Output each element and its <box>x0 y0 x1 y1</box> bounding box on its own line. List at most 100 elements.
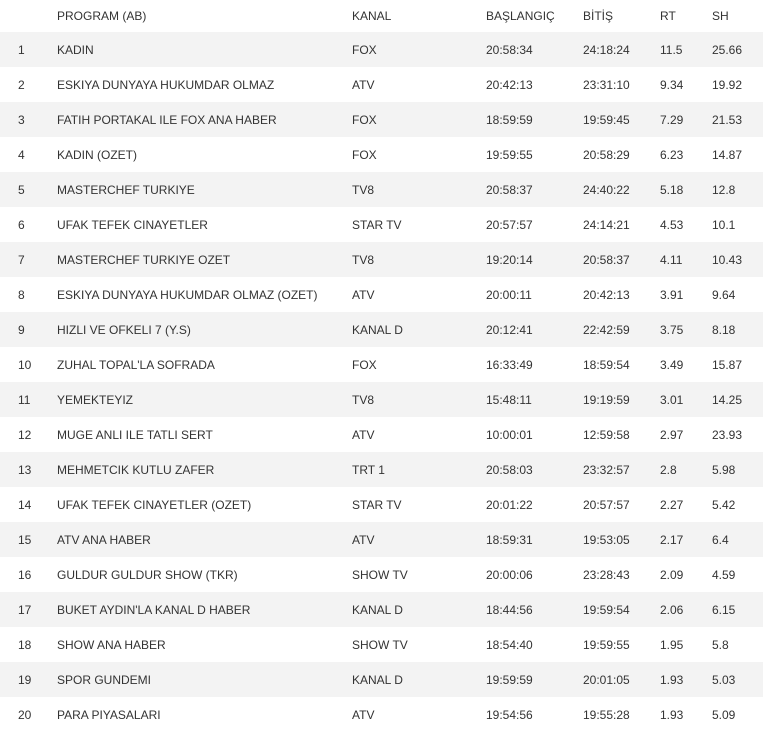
cell-program: MASTERCHEF TURKIYE OZET <box>57 242 352 277</box>
cell-channel: FOX <box>352 102 486 137</box>
cell-rank: 13 <box>0 452 57 487</box>
cell-start: 20:00:06 <box>486 557 583 592</box>
cell-rt: 4.11 <box>660 242 712 277</box>
cell-channel: SHOW TV <box>352 557 486 592</box>
cell-rank: 6 <box>0 207 57 242</box>
cell-rank: 4 <box>0 137 57 172</box>
cell-end: 19:59:54 <box>583 592 660 627</box>
cell-start: 19:54:56 <box>486 697 583 732</box>
cell-start: 16:33:49 <box>486 347 583 382</box>
table-row: 4 KADIN (OZET) FOX 19:59:55 20:58:29 6.23 14.8… <box>0 137 763 172</box>
cell-program: KADIN <box>57 32 352 67</box>
table-row: 12 MUGE ANLI ILE TATLI SERT ATV 10:00:01 12:… <box>0 417 763 452</box>
cell-start: 19:59:55 <box>486 137 583 172</box>
cell-sh: 12.8 <box>712 172 763 207</box>
cell-start: 15:48:11 <box>486 382 583 417</box>
cell-rank: 8 <box>0 277 57 312</box>
table-row: 7 MASTERCHEF TURKIYE OZET TV8 19:20:14 20:58… <box>0 242 763 277</box>
cell-channel: ATV <box>352 417 486 452</box>
cell-start: 20:58:37 <box>486 172 583 207</box>
cell-sh: 10.43 <box>712 242 763 277</box>
ratings-table: PROGRAM (AB) KANAL BAŞLANGIÇ BİTİŞ RT SH… <box>0 0 763 732</box>
cell-end: 19:53:05 <box>583 522 660 557</box>
cell-start: 18:59:31 <box>486 522 583 557</box>
header-program: PROGRAM (AB) <box>57 9 147 23</box>
table-row: 11 YEMEKTEYIZ TV8 15:48:11 19:19:59 3.01 14.25 <box>0 382 763 417</box>
cell-rt: 2.97 <box>660 417 712 452</box>
cell-program: BUKET AYDIN'LA KANAL D HABER <box>57 592 352 627</box>
cell-end: 23:32:57 <box>583 452 660 487</box>
cell-channel: TV8 <box>352 172 486 207</box>
cell-start: 19:59:59 <box>486 662 583 697</box>
table-row: 1 KADIN FOX 20:58:34 24:18:24 11.5 25.66 <box>0 32 763 67</box>
cell-rank: 17 <box>0 592 57 627</box>
cell-channel: KANAL D <box>352 592 486 627</box>
cell-rank: 3 <box>0 102 57 137</box>
cell-program: ATV ANA HABER <box>57 522 352 557</box>
cell-program: ESKIYA DUNYAYA HUKUMDAR OLMAZ (OZET) <box>57 277 352 312</box>
cell-sh: 6.15 <box>712 592 763 627</box>
cell-end: 20:57:57 <box>583 487 660 522</box>
cell-end: 23:28:43 <box>583 557 660 592</box>
cell-start: 20:12:41 <box>486 312 583 347</box>
table-row: 3 FATIH PORTAKAL ILE FOX ANA HABER FOX 18:5… <box>0 102 763 137</box>
cell-rt: 2.27 <box>660 487 712 522</box>
cell-end: 19:59:45 <box>583 102 660 137</box>
cell-sh: 6.4 <box>712 522 763 557</box>
table-row: 13 MEHMETCIK KUTLU ZAFER TRT 1 20:58:03 23:3… <box>0 452 763 487</box>
cell-end: 20:42:13 <box>583 277 660 312</box>
cell-rank: 20 <box>0 697 57 732</box>
cell-end: 12:59:58 <box>583 417 660 452</box>
cell-rt: 2.06 <box>660 592 712 627</box>
cell-channel: TRT 1 <box>352 452 486 487</box>
cell-rt: 7.29 <box>660 102 712 137</box>
cell-rank: 5 <box>0 172 57 207</box>
cell-program: KADIN (OZET) <box>57 137 352 172</box>
cell-sh: 4.59 <box>712 557 763 592</box>
cell-end: 22:42:59 <box>583 312 660 347</box>
cell-sh: 5.42 <box>712 487 763 522</box>
cell-channel: TV8 <box>352 242 486 277</box>
cell-channel: KANAL D <box>352 312 486 347</box>
cell-start: 20:00:11 <box>486 277 583 312</box>
cell-rank: 19 <box>0 662 57 697</box>
header-row: PROGRAM (AB) KANAL BAŞLANGIÇ BİTİŞ RT SH <box>0 0 763 32</box>
cell-channel: FOX <box>352 137 486 172</box>
cell-program: SPOR GUNDEMI <box>57 662 352 697</box>
cell-sh: 14.87 <box>712 137 763 172</box>
cell-start: 20:01:22 <box>486 487 583 522</box>
cell-rt: 3.49 <box>660 347 712 382</box>
cell-rank: 18 <box>0 627 57 662</box>
cell-start: 18:54:40 <box>486 627 583 662</box>
table-header: PROGRAM (AB) KANAL BAŞLANGIÇ BİTİŞ RT SH <box>0 0 763 32</box>
cell-program: ESKIYA DUNYAYA HUKUMDAR OLMAZ <box>57 67 352 102</box>
cell-end: 19:19:59 <box>583 382 660 417</box>
cell-start: 18:44:56 <box>486 592 583 627</box>
table-row: 18 SHOW ANA HABER SHOW TV 18:54:40 19:59:55 1… <box>0 627 763 662</box>
cell-sh: 5.8 <box>712 627 763 662</box>
cell-rank: 12 <box>0 417 57 452</box>
table-row: 5 MASTERCHEF TURKIYE TV8 20:58:37 24:40:22 5.… <box>0 172 763 207</box>
cell-sh: 10.1 <box>712 207 763 242</box>
cell-rank: 1 <box>0 32 57 67</box>
cell-program: GULDUR GULDUR SHOW (TKR) <box>57 557 352 592</box>
cell-start: 20:58:03 <box>486 452 583 487</box>
cell-program: UFAK TEFEK CINAYETLER (OZET) <box>57 487 352 522</box>
cell-program: MEHMETCIK KUTLU ZAFER <box>57 452 352 487</box>
table-row: 19 SPOR GUNDEMI KANAL D 19:59:59 20:01:05 1.9… <box>0 662 763 697</box>
cell-rt: 3.01 <box>660 382 712 417</box>
header-rank <box>0 0 57 32</box>
cell-rank: 7 <box>0 242 57 277</box>
cell-program: MASTERCHEF TURKIYE <box>57 172 352 207</box>
cell-rt: 1.95 <box>660 627 712 662</box>
cell-channel: SHOW TV <box>352 627 486 662</box>
cell-channel: ATV <box>352 67 486 102</box>
table-row: 10 ZUHAL TOPAL'LA SOFRADA FOX 16:33:49 18:59… <box>0 347 763 382</box>
cell-channel: FOX <box>352 32 486 67</box>
cell-channel: ATV <box>352 522 486 557</box>
cell-rt: 3.75 <box>660 312 712 347</box>
cell-channel: STAR TV <box>352 487 486 522</box>
cell-rt: 9.34 <box>660 67 712 102</box>
cell-rt: 3.91 <box>660 277 712 312</box>
cell-end: 19:59:55 <box>583 627 660 662</box>
